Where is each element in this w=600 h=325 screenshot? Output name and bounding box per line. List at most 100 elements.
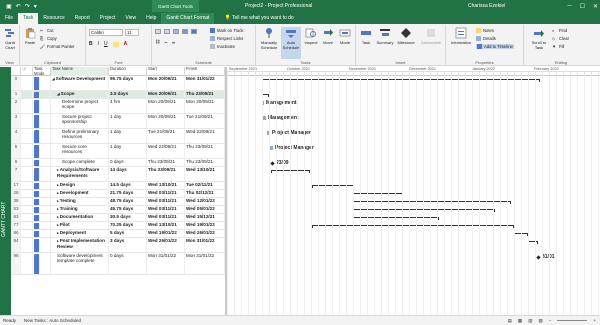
task-name-cell[interactable]: ▸ Design xyxy=(51,182,109,189)
mark-on-track-button[interactable]: Mark on Track xyxy=(210,28,244,33)
user-name[interactable]: Charissa Ezekiel xyxy=(468,3,505,9)
summary-bar[interactable] xyxy=(312,225,514,228)
table-row[interactable]: 17 ▸ Design 14.5 days Wed 13/10/21 Tue 02/11… xyxy=(11,182,225,190)
row-id[interactable]: 53 xyxy=(11,206,21,213)
table-row[interactable]: 77 ▸ Pilot 70.25 days Wed 13/10/21 Wed 19/01… xyxy=(11,222,225,230)
finish-cell[interactable]: Mon 31/01/22 xyxy=(185,76,225,90)
finish-cell[interactable]: Tue 02/11/21 xyxy=(185,182,225,189)
start-cell[interactable]: Mon 31/01/22 xyxy=(147,253,185,274)
start-cell[interactable]: Thu 23/09/21 xyxy=(147,167,185,181)
start-cell[interactable]: Wed 22/09/21 xyxy=(147,144,185,158)
resource-sheet-icon[interactable]: ▧ xyxy=(538,318,542,324)
add-to-timeline-button[interactable]: Add to Timeline xyxy=(476,44,514,49)
table-row[interactable]: 0 ◢ Software Development 95.75 days Mon 20/… xyxy=(11,76,225,91)
tell-me-search[interactable]: 💡 Tell me what you want to do xyxy=(214,13,293,24)
summary-bar[interactable] xyxy=(262,94,269,97)
header-finish[interactable]: Finish xyxy=(185,67,225,76)
finish-cell[interactable]: Wed 15/12/21 xyxy=(185,214,225,221)
progress-0-icon[interactable] xyxy=(155,29,161,34)
table-row[interactable]: 38 ▸ Testing 48.75 days Wed 03/11/21 Wed 12/… xyxy=(11,198,225,206)
zoom-out-icon[interactable]: − xyxy=(549,318,552,323)
start-cell[interactable]: Wed 03/11/21 xyxy=(147,206,185,213)
notes-button[interactable]: Notes xyxy=(476,28,494,33)
task-grid[interactable]: ⓘ Task Mode Task Name Duration Start Fin… xyxy=(11,67,225,315)
duration-cell[interactable]: 21.75 days xyxy=(109,190,147,197)
task-name-cell[interactable]: ◢ Scope xyxy=(51,91,109,98)
start-cell[interactable]: Wed 03/11/21 xyxy=(147,190,185,197)
task-name-cell[interactable]: ▸ Post Implementation Review xyxy=(51,238,109,252)
row-id[interactable]: 7 xyxy=(11,167,21,181)
finish-cell[interactable]: Mon 20/09/21 xyxy=(185,99,225,113)
tab-gantt-chart-format[interactable]: Gantt Chart Format xyxy=(161,13,215,24)
task-mode-cell[interactable] xyxy=(33,214,51,221)
font-family-select[interactable]: Calibri xyxy=(89,29,123,36)
task-name-cell[interactable]: Software development template complete xyxy=(51,253,109,274)
task-name-cell[interactable]: ▸ Documentation xyxy=(51,214,109,221)
task-mode-cell[interactable] xyxy=(33,253,51,274)
tab-view[interactable]: View xyxy=(120,13,141,24)
auto-schedule-button[interactable]: Auto Schedule xyxy=(281,27,301,59)
milestone-button[interactable]: Milestone xyxy=(396,27,416,45)
zoom-in-icon[interactable]: + xyxy=(593,318,596,323)
row-id[interactable]: 1 xyxy=(11,91,21,98)
finish-cell[interactable]: Wed 19/01/22 xyxy=(185,222,225,229)
table-row[interactable]: 94 ▸ Post Implementation Review 3 days Wed … xyxy=(11,238,225,253)
tab-file[interactable]: File xyxy=(0,13,18,24)
finish-cell[interactable]: Wed 12/01/22 xyxy=(185,198,225,205)
minimize-icon[interactable]: ─ xyxy=(567,3,571,10)
unlink-tasks-icon[interactable]: ✂ xyxy=(164,40,168,45)
progress-100-icon[interactable] xyxy=(191,29,197,34)
duration-cell[interactable]: 5 days xyxy=(109,230,147,237)
italic-button[interactable]: I xyxy=(98,41,99,47)
task-bar[interactable] xyxy=(270,146,273,150)
start-cell[interactable]: Wed 13/10/21 xyxy=(147,182,185,189)
paste-button[interactable]: Paste xyxy=(23,27,37,45)
task-mode-cell[interactable] xyxy=(33,91,51,98)
task-name-cell[interactable]: ▸ Development xyxy=(51,190,109,197)
clear-button[interactable]: ◇ Clear xyxy=(552,36,569,41)
table-row[interactable]: 63 ▸ Documentation 30.5 days Wed 03/11/21 We… xyxy=(11,214,225,222)
task-mode-cell[interactable] xyxy=(33,222,51,229)
table-row[interactable]: 3 Secure project sponsorship 1 day Mon 20/0… xyxy=(11,114,225,129)
find-button[interactable]: ⌕ Find xyxy=(552,28,567,33)
gantt-chart-area[interactable]: September 2021 October 2021 November 2021 D… xyxy=(227,67,600,315)
mode-button[interactable]: Mode xyxy=(337,27,353,45)
information-button[interactable]: Information xyxy=(448,27,474,45)
start-cell[interactable]: Thu 23/09/21 xyxy=(147,159,185,166)
inactivate-button[interactable]: Inactivate xyxy=(210,44,235,49)
duration-cell[interactable]: 14 days xyxy=(109,167,147,181)
bold-button[interactable]: B xyxy=(89,41,93,47)
row-id[interactable]: 3 xyxy=(11,114,21,128)
duration-cell[interactable]: 0 days xyxy=(109,253,147,274)
table-row[interactable]: 28 ▸ Development 21.75 days Wed 03/11/21 Thu… xyxy=(11,190,225,198)
tab-resource[interactable]: Resource xyxy=(38,13,69,24)
milestone-marker[interactable] xyxy=(536,255,541,260)
link-tasks-icon[interactable]: ⛓ xyxy=(155,39,160,45)
format-painter-button[interactable]: 🖌 Format Painter xyxy=(40,44,75,49)
progress-25-icon[interactable] xyxy=(164,29,170,34)
start-cell[interactable]: Mon 20/09/21 xyxy=(147,99,185,113)
deliverable-button[interactable]: Deliverable xyxy=(418,27,444,45)
duration-cell[interactable]: 48.75 days xyxy=(109,198,147,205)
start-cell[interactable]: Wed 19/01/22 xyxy=(147,230,185,237)
respect-links-button[interactable]: Respect Links xyxy=(210,36,243,41)
table-row[interactable]: 86 ▸ Deployment 5 days Wed 19/01/22 Wed 26/0… xyxy=(11,230,225,238)
duration-cell[interactable]: 30.5 days xyxy=(109,214,147,221)
gantt-view-icon[interactable]: ▤ xyxy=(508,318,512,324)
finish-cell[interactable]: Wed 26/01/22 xyxy=(185,230,225,237)
background-color-icon[interactable] xyxy=(112,41,119,47)
task-name-cell[interactable]: ▸ Pilot xyxy=(51,222,109,229)
duration-cell[interactable]: 45.75 days xyxy=(109,206,147,213)
task-button[interactable]: Task xyxy=(358,27,374,45)
task-mode-cell[interactable] xyxy=(33,182,51,189)
redo-icon[interactable]: ↷ xyxy=(25,3,30,10)
header-task-name[interactable]: Task Name xyxy=(51,67,109,76)
start-cell[interactable]: Mon 20/09/21 xyxy=(147,114,185,128)
start-cell[interactable]: Tue 21/09/21 xyxy=(147,129,185,143)
header-start[interactable]: Start xyxy=(147,67,185,76)
task-mode-cell[interactable] xyxy=(33,76,51,90)
close-icon[interactable]: ✕ xyxy=(593,3,598,10)
task-mode-cell[interactable] xyxy=(33,129,51,143)
finish-cell[interactable]: Thu 23/09/21 xyxy=(185,91,225,98)
task-name-cell[interactable]: Scope complete xyxy=(51,159,109,166)
